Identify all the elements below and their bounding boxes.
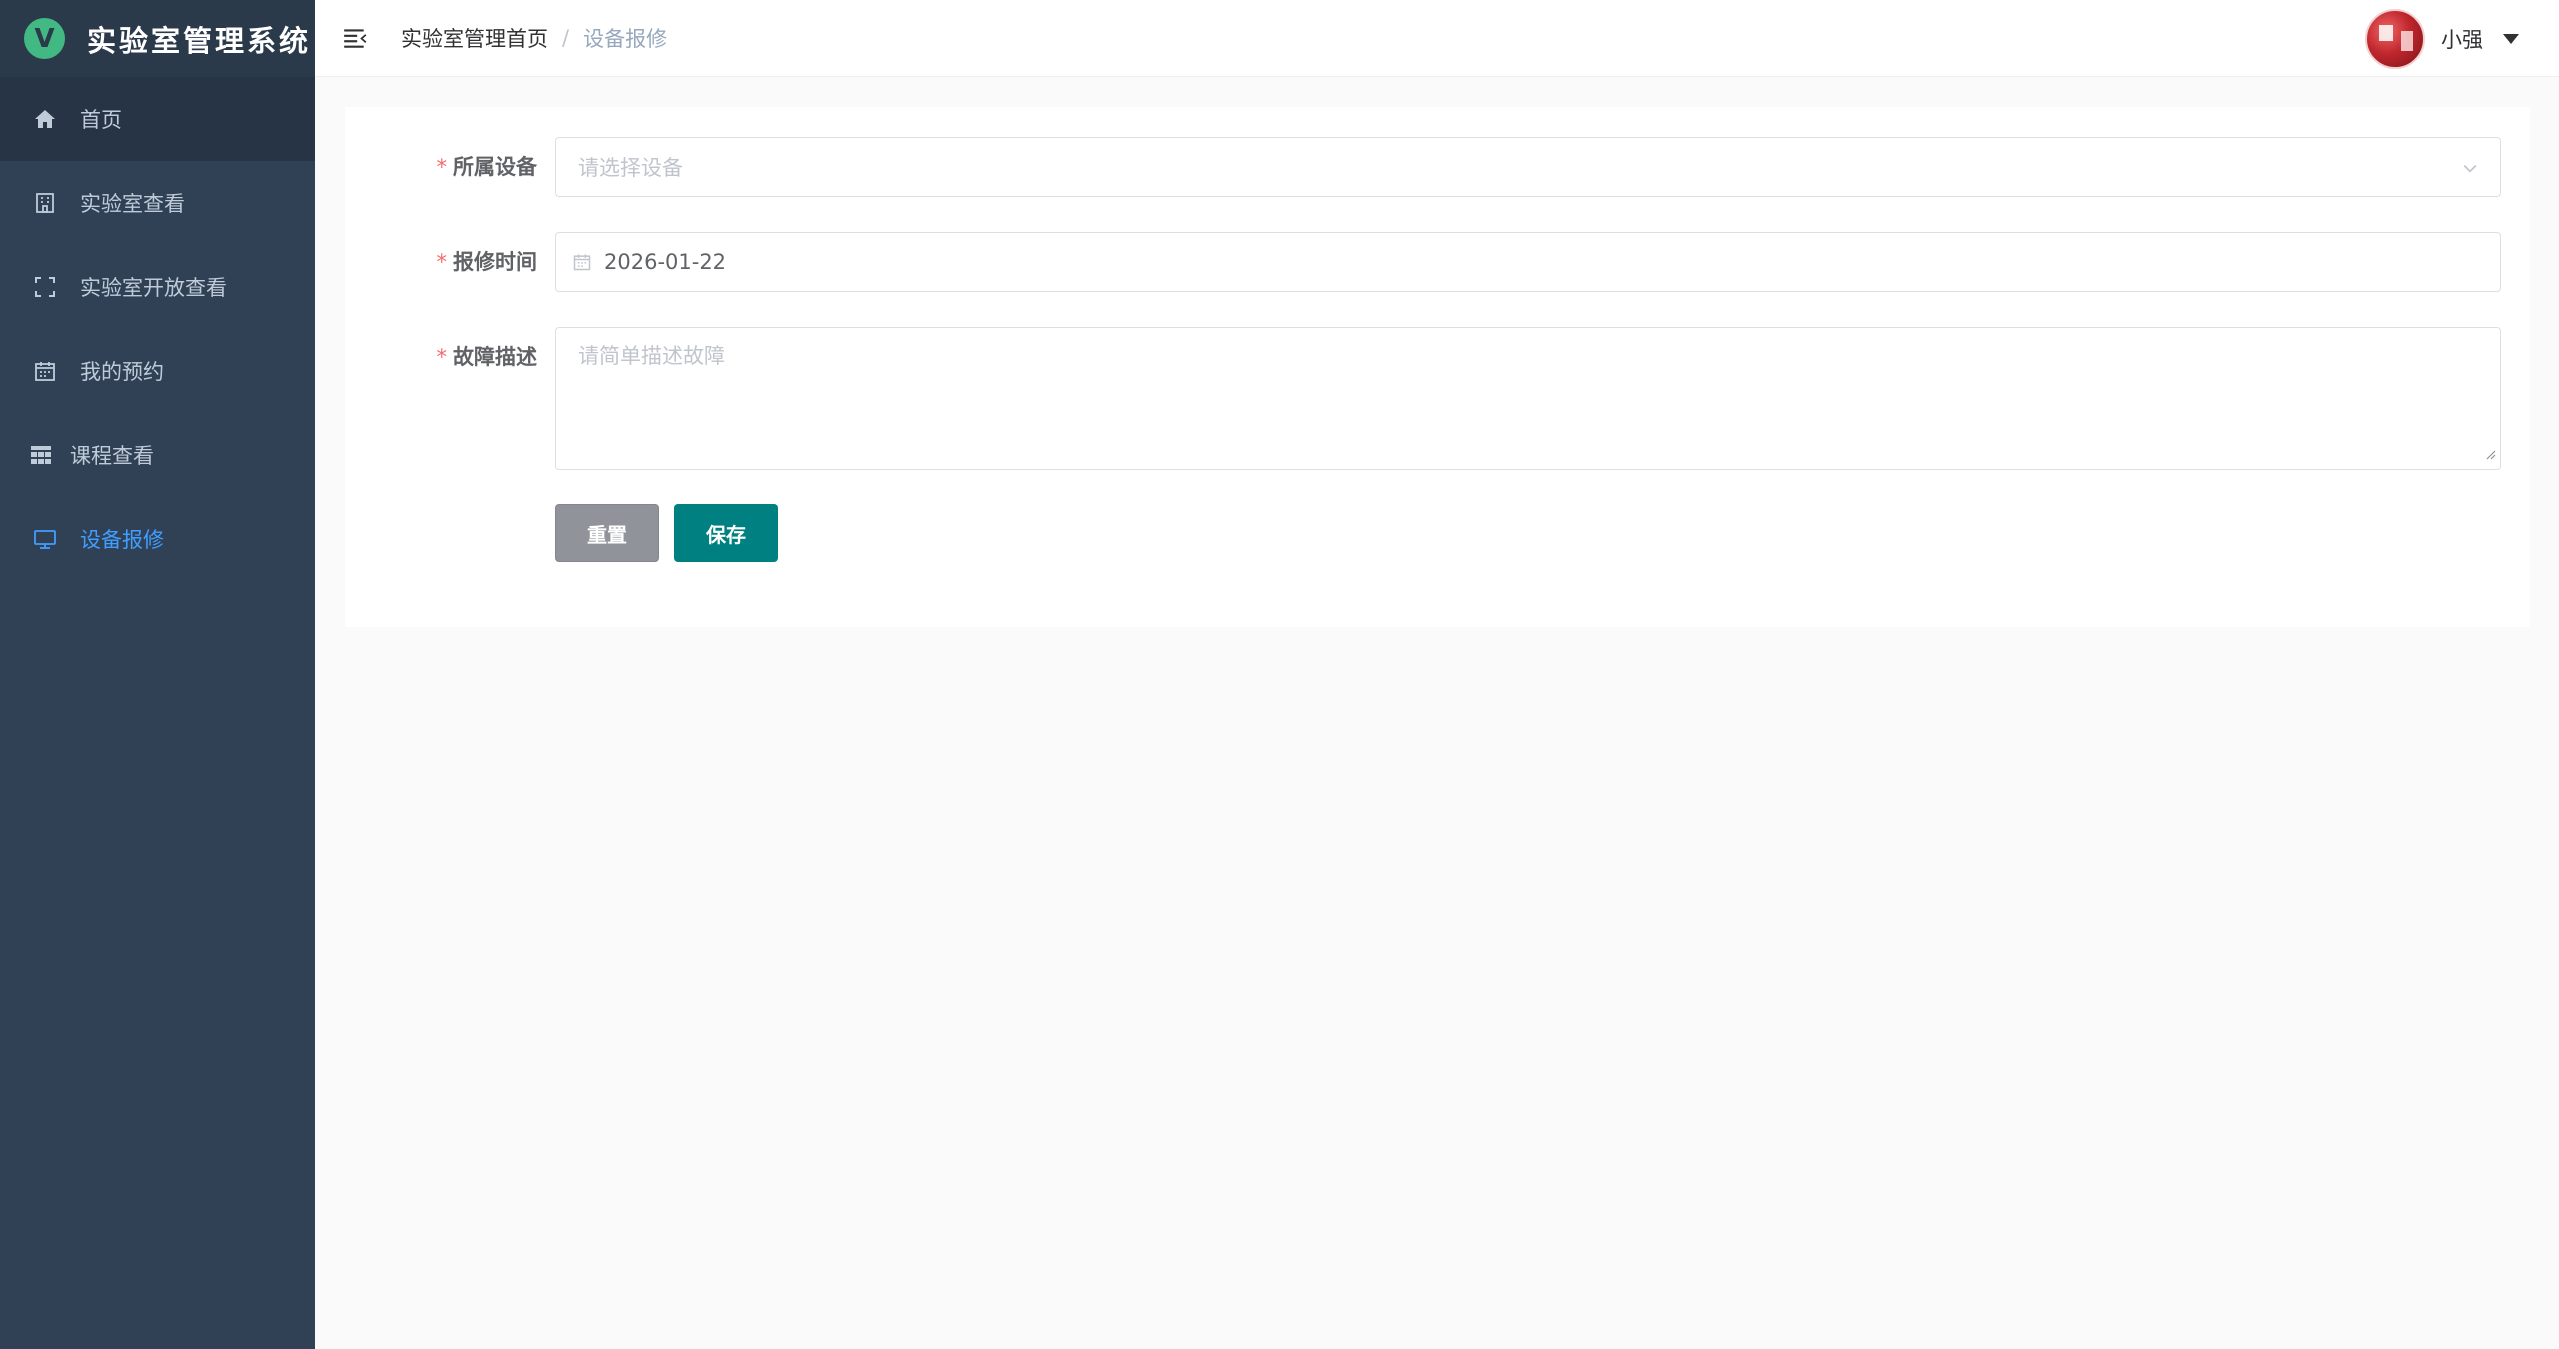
- sidebar-item-label: 首页: [80, 108, 122, 132]
- sidebar-item-label: 我的预约: [80, 360, 164, 384]
- home-icon: [30, 104, 60, 134]
- time-label-text: 报修时间: [453, 250, 537, 274]
- monitor-icon: [30, 524, 60, 554]
- description-label: * 故障描述: [345, 327, 538, 387]
- grid-icon: [26, 440, 56, 470]
- username[interactable]: 小强: [2441, 24, 2483, 54]
- reset-button[interactable]: 重置: [555, 504, 659, 562]
- description-textarea[interactable]: 请简单描述故障: [555, 327, 2501, 470]
- device-label: * 所属设备: [345, 137, 538, 197]
- sidebar-item-courses[interactable]: 课程查看: [0, 413, 315, 497]
- building-icon: [30, 188, 60, 218]
- sidebar-item-home[interactable]: 首页: [0, 77, 315, 161]
- caret-down-icon[interactable]: [2503, 33, 2519, 44]
- description-placeholder: 请简单描述故障: [578, 344, 725, 368]
- required-star: *: [436, 250, 448, 274]
- repair-form-card: * 所属设备 请选择设备 * 报修时间 2026-01-22 * 故障描述 请简…: [345, 107, 2530, 627]
- vue-logo-icon: V: [24, 18, 65, 59]
- breadcrumb-separator: /: [562, 26, 570, 50]
- calendar-icon: [572, 252, 592, 272]
- date-picker-input[interactable]: 2026-01-22: [555, 232, 2501, 292]
- sidebar-item-lab-open-view[interactable]: 实验室开放查看: [0, 245, 315, 329]
- sidebar-menu: 首页 实验室查看 实验室开放查看 我的预约 课程查看 设备报修: [0, 77, 315, 581]
- logo[interactable]: V 实验室管理系统: [0, 0, 315, 77]
- sidebar-item-label: 设备报修: [80, 528, 164, 552]
- breadcrumb: 实验室管理首页 / 设备报修: [401, 23, 667, 53]
- calendar-icon: [30, 356, 60, 386]
- date-value: 2026-01-22: [604, 250, 727, 274]
- time-label: * 报修时间: [345, 232, 538, 292]
- app-title: 实验室管理系统: [87, 23, 312, 58]
- device-select[interactable]: 请选择设备: [555, 137, 2501, 197]
- menu-toggle-icon[interactable]: [339, 22, 371, 54]
- required-star: *: [436, 345, 448, 369]
- resize-grip-icon[interactable]: [2484, 441, 2496, 465]
- fullscreen-icon: [30, 272, 60, 302]
- device-select-placeholder: 请选择设备: [578, 156, 683, 180]
- breadcrumb-home-link[interactable]: 实验室管理首页: [401, 23, 548, 53]
- sidebar-item-my-reservations[interactable]: 我的预约: [0, 329, 315, 413]
- description-label-text: 故障描述: [453, 345, 537, 369]
- top-navbar: 实验室管理首页 / 设备报修 小强: [315, 0, 2559, 77]
- required-star: *: [436, 155, 448, 179]
- user-dropdown[interactable]: 小强: [2365, 0, 2519, 77]
- breadcrumb-current: 设备报修: [583, 27, 668, 51]
- sidebar-item-label: 课程查看: [70, 444, 154, 468]
- device-label-text: 所属设备: [453, 155, 537, 179]
- avatar[interactable]: [2365, 8, 2425, 69]
- save-button[interactable]: 保存: [674, 504, 778, 562]
- sidebar-item-lab-view[interactable]: 实验室查看: [0, 161, 315, 245]
- sidebar: V 实验室管理系统 首页 实验室查看 实验室开放查看 我的预约 课程查看 设备报…: [0, 0, 315, 1349]
- sidebar-item-label: 实验室查看: [80, 192, 185, 216]
- chevron-down-icon[interactable]: [2460, 158, 2480, 183]
- sidebar-item-equipment-repair[interactable]: 设备报修: [0, 497, 315, 581]
- app-root: V 实验室管理系统 首页 实验室查看 实验室开放查看 我的预约 课程查看 设备报…: [0, 0, 2559, 1349]
- sidebar-item-label: 实验室开放查看: [80, 276, 227, 300]
